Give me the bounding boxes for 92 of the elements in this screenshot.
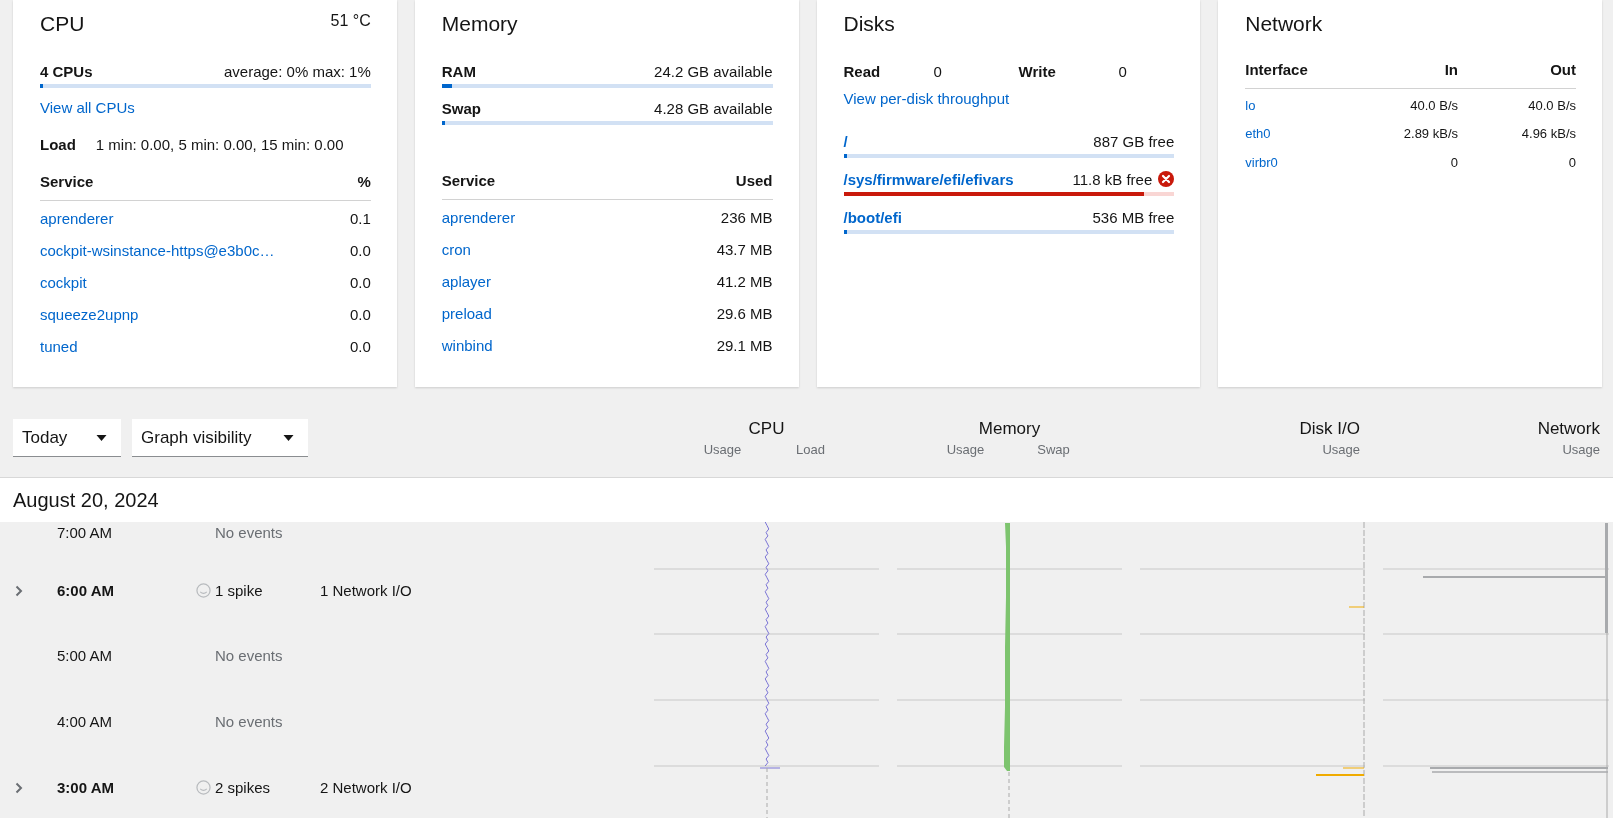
interface-link[interactable]: lo (1245, 97, 1368, 113)
column-header: Service (40, 173, 94, 190)
meter-reading: 4.28 GB available (654, 99, 773, 117)
graph-sublabel: Usage (702, 442, 743, 457)
hour-label: 4:00 AM (57, 713, 114, 730)
graph-sublabel: Usage (945, 442, 986, 457)
view-cpus-link[interactable]: View all CPUs (40, 99, 135, 116)
hour-label: 3:00 AM (57, 779, 115, 796)
stat-label: Write (1018, 62, 1057, 80)
graph-title: Disk I/O (1299, 419, 1360, 439)
stat-value: 0 (1118, 62, 1128, 80)
card-title: CPU (40, 12, 85, 36)
service-link[interactable]: cockpit-wsinstance-https@e3b0c… (40, 242, 275, 259)
event-summary: No events (215, 713, 283, 730)
mount-link[interactable]: /sys/firmware/efi/efivars (843, 170, 1014, 188)
column-header: % (357, 173, 371, 190)
range-dropdown[interactable]: Today (13, 419, 121, 457)
service-link[interactable]: tuned (40, 338, 78, 355)
table-cell: 0.0 (349, 242, 371, 259)
column-header: Service (441, 172, 496, 189)
column-header: Interface (1245, 61, 1309, 78)
chevron-icon[interactable] (14, 585, 23, 597)
hour-label: 7:00 AM (57, 524, 114, 541)
meter-reading: average: 0% max: 1% (224, 62, 371, 80)
temperature: 51 °C (330, 12, 371, 30)
event-summary: 1 spike (215, 582, 263, 599)
service-link[interactable]: aprenderer (40, 210, 114, 227)
stat-value: 0 (933, 62, 943, 80)
interface-link[interactable]: eth0 (1245, 126, 1368, 142)
caret-icon (96, 434, 107, 441)
card-title: Memory (441, 12, 518, 36)
table-cell: 0.0 (349, 306, 371, 323)
meter-reading: 24.2 GB available (654, 62, 773, 80)
table-cell-text: 0 (1449, 154, 1458, 170)
card-title: Disks (843, 12, 895, 36)
table-cell: 29.1 MB (716, 337, 773, 354)
service-link[interactable]: cockpit (40, 274, 87, 291)
graph-title: CPU (748, 419, 785, 439)
meter-label: 4 CPUs (40, 62, 93, 80)
graph-visibility-dropdown[interactable]: Graph visibility (132, 419, 308, 457)
service-link[interactable]: squeeze2upnp (40, 306, 139, 323)
circle-icon (196, 583, 211, 598)
table-cell: 41.2 MB (716, 273, 773, 290)
column-header: Used (735, 172, 773, 189)
table-cell: 29.6 MB (716, 305, 773, 322)
throughput-link[interactable]: View per-disk throughput (843, 90, 1010, 107)
column-header: Out (1549, 61, 1576, 78)
event-summary: No events (215, 524, 283, 541)
free-space: 536 MB free (1092, 208, 1175, 226)
event-summary: No events (215, 647, 283, 664)
table-cell: 0.0 (349, 338, 371, 355)
table-cell-text: 40.0 B/s (1527, 97, 1576, 113)
table-cell-text: 0 (1567, 154, 1576, 170)
service-link[interactable]: aprenderer (441, 209, 516, 226)
graph-sublabel: Usage (1562, 442, 1600, 457)
caret-icon (283, 434, 294, 441)
event-detail: 2 Network I/O (320, 779, 412, 796)
meter-label: Swap (441, 99, 481, 117)
meter-label: RAM (441, 62, 476, 80)
graph-sublabel: Load (795, 442, 826, 457)
circle-icon (196, 780, 211, 795)
event-detail: 1 Network I/O (320, 582, 412, 599)
date-heading: August 20, 2024 (13, 488, 159, 512)
table-cell: 0.0 (349, 274, 371, 291)
graph-title: Memory (978, 419, 1041, 439)
free-space: 887 GB free (1093, 132, 1175, 150)
service-link[interactable]: cron (441, 241, 471, 258)
table-cell-text: 40.0 B/s (1409, 97, 1458, 113)
interface-link[interactable]: virbr0 (1245, 154, 1368, 170)
graph-sublabel: Swap (1036, 442, 1071, 457)
column-header: In (1443, 61, 1458, 78)
table-cell-text: 2.89 kB/s (1402, 126, 1458, 142)
service-link[interactable]: aplayer (441, 273, 491, 290)
graph-title: Network (1537, 419, 1600, 439)
hour-label: 5:00 AM (57, 647, 114, 664)
stat-label: Read (843, 62, 882, 80)
mount-link[interactable]: / (843, 132, 848, 150)
graph-sublabel: Usage (1322, 442, 1360, 457)
chevron-icon[interactable] (14, 782, 23, 794)
load-label: Load (40, 136, 76, 153)
table-cell-text: 4.96 kB/s (1520, 126, 1576, 142)
service-link[interactable]: winbind (441, 337, 493, 354)
event-summary: 2 spikes (215, 779, 271, 796)
table-cell: 43.7 MB (716, 241, 773, 258)
hour-label: 6:00 AM (57, 582, 115, 599)
load-value: 1 min: 0.00, 5 min: 0.00, 15 min: 0.00 (95, 136, 344, 153)
free-space: 11.8 kB free (1072, 170, 1153, 188)
mount-link[interactable]: /boot/efi (843, 208, 902, 226)
table-cell: 0.1 (349, 210, 371, 227)
card-title: Network (1245, 12, 1323, 36)
service-link[interactable]: preload (441, 305, 492, 322)
table-cell: 236 MB (720, 209, 773, 226)
